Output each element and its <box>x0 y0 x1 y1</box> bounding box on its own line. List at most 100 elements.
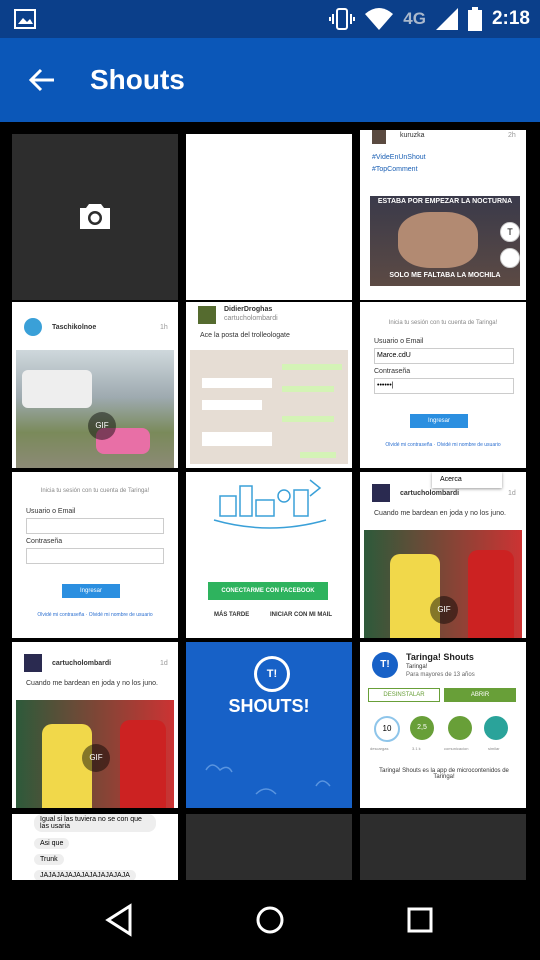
avatar <box>24 654 42 672</box>
image-tile-chat[interactable]: DidierDroghas cartucholombardi Ace la po… <box>186 302 352 468</box>
meme-image: ESTABA POR EMPEZAR LA NOCTURNA SOLO ME F… <box>370 196 520 286</box>
image-tile-login-filled[interactable]: Inicia tu sesión con tu cuenta de Taring… <box>360 302 526 468</box>
police-car <box>22 370 92 408</box>
gif-image: GIF <box>364 530 522 638</box>
arrow-back-icon[interactable] <box>28 66 56 94</box>
image-tile-gif-soccer-2[interactable]: cartucholombardi 1d Cuando me bardean en… <box>12 642 178 808</box>
email-link: INICIAR CON MI MAIL <box>270 612 332 618</box>
stat-label-category: comunicacion <box>444 746 469 751</box>
back-triangle-icon[interactable] <box>98 898 142 942</box>
user-label: Usuario o Email <box>26 508 76 515</box>
page-title: Shouts <box>90 64 185 95</box>
post-time: 1d <box>508 490 516 497</box>
battery-icon <box>467 7 482 31</box>
pass-label: Contraseña <box>26 538 63 545</box>
status-bar: 4G 2:18 <box>0 0 540 38</box>
downloads-circle: 10 <box>374 716 400 742</box>
clock: 2:18 <box>491 8 530 29</box>
image-tile-chat-2[interactable]: Igual si las tuviera no se con que las u… <box>12 814 178 880</box>
post-text: Cuando me bardean en joda y no los juno. <box>374 510 506 517</box>
pass-field: ••••••| <box>374 378 514 394</box>
chat-bubble-3: Trunk <box>34 854 64 865</box>
gallery-icon <box>14 9 36 29</box>
photo-grid: kuruzka 2h #VideEnUnShout #TopComment ES… <box>0 122 540 880</box>
gif-badge: GIF <box>430 596 458 624</box>
image-tile-loading[interactable] <box>186 814 352 880</box>
image-tile-meme[interactable]: kuruzka 2h #VideEnUnShout #TopComment ES… <box>360 130 526 300</box>
image-tile-onboarding[interactable]: CONECTARME CON FACEBOOK MÁS TARDE INICIA… <box>186 472 352 638</box>
camera-tile[interactable] <box>12 134 178 300</box>
chat-image <box>190 350 348 464</box>
vibrate-icon <box>329 8 356 30</box>
rating-circle: 2,5 <box>410 716 434 740</box>
image-tile-loading-2[interactable] <box>360 814 526 880</box>
signal-icon <box>435 8 458 30</box>
login-links: Olvidé mi contraseña · Olvidé mi nombre … <box>385 442 501 448</box>
network-type: 4G <box>403 9 426 28</box>
meme-top-text: ESTABA POR EMPEZAR LA NOCTURNA <box>377 198 513 205</box>
image-tile-gif-car[interactable]: Taschikolnoe 1h GIF <box>12 302 178 468</box>
city-illustration-icon <box>213 479 327 529</box>
login-header: Inicia tu sesión con tu cuenta de Taring… <box>40 488 150 494</box>
app-bar: Shouts <box>0 38 540 122</box>
post-user: cartucholombardi <box>400 490 460 497</box>
post-user: Taschikolnoe <box>52 324 97 331</box>
home-circle-icon[interactable] <box>248 898 292 942</box>
later-link: MÁS TARDE <box>214 612 250 618</box>
login-button: Ingresar <box>410 414 468 428</box>
avatar <box>198 306 216 324</box>
stat-label-similar: similar <box>488 746 500 751</box>
post-text: Cuando me bardean en joda y no los juno. <box>26 680 158 687</box>
context-menu: Acerca <box>432 472 502 488</box>
stat-label-reviews: 3.1 k <box>412 746 421 751</box>
image-tile-blank[interactable] <box>186 134 352 300</box>
image-tile-login-empty[interactable]: Inicia tu sesión con tu cuenta de Taring… <box>12 472 178 638</box>
post-time: 1d <box>160 660 168 667</box>
app-logo-icon: T! <box>372 652 398 678</box>
app-dev: Taringa! <box>406 664 428 670</box>
category-icon <box>448 716 472 740</box>
camera-icon <box>80 204 110 229</box>
image-tile-shouts-splash[interactable]: T! SHOUTS! <box>186 642 352 808</box>
post-user: cartucholombardi <box>52 660 112 667</box>
post-user: kuruzka <box>400 132 425 139</box>
face-shape <box>398 212 478 268</box>
shouts-logo-icon: T! <box>254 656 290 692</box>
login-header: Inicia tu sesión con tu cuenta de Taring… <box>388 320 498 326</box>
user-field <box>26 518 164 534</box>
gif-badge: GIF <box>88 412 116 440</box>
user-field: Marce.cdU <box>374 348 514 364</box>
post-handle: cartucholombardi <box>224 315 278 322</box>
image-tile-play-store[interactable]: T! Taringa! Shouts Taringa! Para mayores… <box>360 642 526 808</box>
facebook-button: CONECTARME CON FACEBOOK <box>208 582 328 600</box>
meme-bottom-text: SOLO ME FALTABA LA MOCHILA <box>389 272 501 279</box>
open-button: ABRIR <box>444 688 516 702</box>
nav-bar <box>0 880 540 960</box>
pass-label: Contraseña <box>374 368 411 375</box>
user-label: Usuario o Email <box>374 338 424 345</box>
app-description: Taringa! Shouts es la app de microconten… <box>379 768 509 780</box>
chat-bubble-4: JAJAJAJAJAJAJAJAJAJAJA <box>34 870 136 880</box>
app-age: Para mayores de 13 años <box>406 672 475 678</box>
app-name: Taringa! Shouts <box>406 652 474 662</box>
link-icon <box>500 248 520 268</box>
image-tile-gif-soccer[interactable]: Acerca cartucholombardi 1d Cuando me bar… <box>360 472 526 638</box>
similar-icon <box>484 716 508 740</box>
uninstall-button: DESINSTALAR <box>368 688 440 702</box>
wifi-icon <box>365 8 394 30</box>
stat-label-downloads: descargas <box>370 746 389 751</box>
chat-bubble-2: Asi que <box>34 838 70 849</box>
gif-image: GIF <box>16 700 174 808</box>
gif-image: GIF <box>16 350 174 468</box>
post-text: Ace la posta del trolleologate <box>200 332 290 339</box>
login-button: Ingresar <box>62 584 120 598</box>
post-user: DidierDroghas <box>224 306 273 313</box>
recents-square-icon[interactable] <box>398 898 442 942</box>
avatar <box>372 484 390 502</box>
gif-badge: GIF <box>82 744 110 772</box>
cloud-doodle-icon <box>205 764 331 795</box>
post-time: 2h <box>508 132 516 139</box>
taringa-icon: T <box>500 222 520 242</box>
chat-bubble-1: Igual si las tuviera no se con que las u… <box>34 814 156 832</box>
login-links: Olvidé mi contraseña · Olvidé mi nombre … <box>37 612 153 618</box>
